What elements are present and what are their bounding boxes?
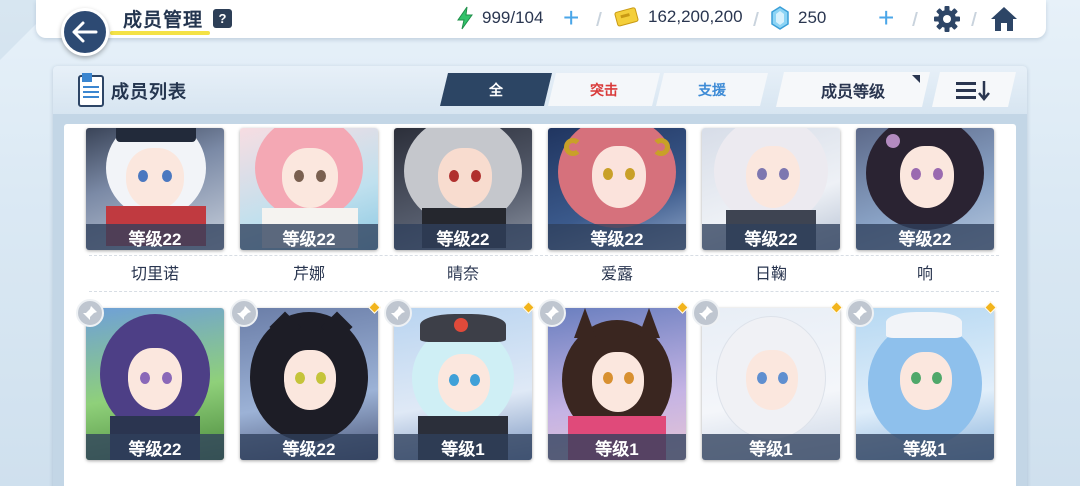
member-card[interactable]: 等级22 [86,308,224,460]
pin-icon [853,306,867,320]
pin-button[interactable] [538,299,566,327]
pin-button[interactable] [692,299,720,327]
pin-button[interactable] [76,299,104,327]
add-gem-button[interactable]: + [878,4,894,32]
add-stamina-button[interactable]: + [563,4,579,32]
member-level: 等级1 [702,434,840,460]
member-card[interactable]: 等级22 [548,128,686,250]
gem-value: 250 [798,8,827,27]
member-level: 等级1 [856,434,994,460]
member-name: 响 [916,266,933,283]
member-level: 等级1 [548,434,686,460]
gold-display: 162,200,200 [614,6,743,28]
stamina-value: 999/104 [482,8,544,27]
member-card[interactable]: 等级22 [240,128,378,250]
tab-support-label: 支援 [698,81,726,98]
pin-button[interactable] [230,299,258,327]
member-level: 等级22 [86,434,224,460]
tab-assault-label: 突击 [590,81,618,98]
member-level: 等级22 [548,224,686,250]
member-name: 晴奈 [446,266,479,283]
member-level: 等级22 [86,224,224,250]
stamina-display: 999/104 [456,6,543,30]
panel-title: 成员列表 [111,82,187,102]
member-level: 等级22 [856,224,994,250]
member-card[interactable]: 等级22 [702,128,840,250]
type-filter-tabs: 全 突击 支援 [440,73,764,106]
page-title: 成员管理 [123,10,204,31]
tab-support[interactable]: 支援 [656,73,768,106]
member-grid: 等级22 等级22 等级22 等级22 等级22 等级22 切里诺 芹娜 晴奈 … [64,124,1016,486]
member-card[interactable]: 等级1 [702,308,840,460]
member-card[interactable]: 等级1 [856,308,994,460]
sort-order-button[interactable] [932,72,1016,107]
gold-value: 162,200,200 [648,7,743,26]
member-card[interactable]: 等级22 [240,308,378,460]
home-button[interactable] [989,5,1019,38]
member-name: 日鞠 [754,266,787,283]
member-card[interactable]: 等级22 [394,128,532,250]
title-area: 成员管理 ? [123,5,233,32]
member-card[interactable]: 等级22 [856,128,994,250]
member-name: 切里诺 [130,266,179,283]
member-panel: 成员列表 全 突击 支援 成员等级 等级22 等级22 等级22 等级22 等级… [53,66,1027,486]
sort-dropdown[interactable]: 成员等级 [776,72,930,107]
pin-icon [237,306,251,320]
lightning-icon [457,6,473,30]
dropdown-corner-icon [912,75,920,83]
clipboard-icon [77,72,105,113]
gear-icon [934,6,960,32]
settings-button[interactable] [933,5,961,38]
ticket-icon [614,7,639,27]
member-card[interactable]: 等级1 [548,308,686,460]
row-divider [89,255,999,256]
pin-icon [699,306,713,320]
pin-button[interactable] [846,299,874,327]
sort-dropdown-label: 成员等级 [820,83,885,101]
title-underline [110,31,210,35]
member-level: 等级22 [240,224,378,250]
panel-header: 成员列表 全 突击 支援 成员等级 [53,66,1027,114]
tab-assault[interactable]: 突击 [548,73,660,106]
gem-display: 250 [770,6,826,30]
help-button[interactable]: ? [213,9,233,28]
member-card[interactable]: 等级22 [86,128,224,250]
row-divider [89,291,999,292]
member-card[interactable]: 等级1 [394,308,532,460]
home-icon [991,7,1017,31]
pin-button[interactable] [384,299,412,327]
member-name: 爱露 [600,266,633,283]
member-level: 等级22 [394,224,532,250]
pin-icon [391,306,405,320]
back-button[interactable] [61,8,109,56]
member-level: 等级22 [702,224,840,250]
pin-icon [83,306,97,320]
pin-icon [545,306,559,320]
crystal-icon [771,6,789,30]
tab-all[interactable]: 全 [440,73,552,106]
member-name: 芹娜 [292,266,325,283]
member-level: 等级22 [240,434,378,460]
arrow-left-icon [72,21,98,43]
member-level: 等级1 [394,434,532,460]
sort-lines-arrow-icon [954,79,994,101]
tab-all-label: 全 [489,81,503,98]
